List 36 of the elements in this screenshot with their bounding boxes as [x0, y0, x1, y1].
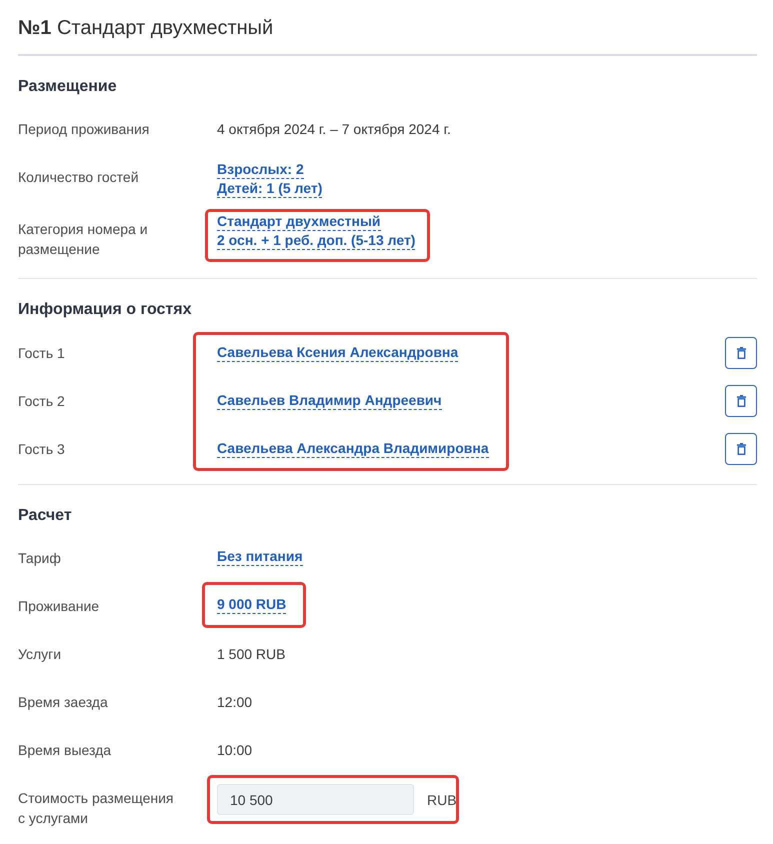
- value-link[interactable]: 9 000 RUB: [217, 596, 286, 614]
- value-link[interactable]: 2 осн. + 1 реб. доп. (5-13 лет): [217, 232, 416, 250]
- value-link[interactable]: Детей: 1 (5 лет): [217, 180, 322, 198]
- trash-icon: [736, 395, 746, 407]
- row-label: Период проживания: [18, 120, 150, 139]
- row-label: Услуги: [18, 645, 62, 664]
- value-text: 10:00: [217, 741, 252, 760]
- trash-icon: [736, 443, 746, 455]
- guest-name-link[interactable]: Савельев Владимир Андреевич: [217, 392, 442, 410]
- guest-name-link[interactable]: Савельева Александра Владимировна: [217, 440, 489, 458]
- currency-unit: RUB: [427, 790, 457, 810]
- value-link[interactable]: Взрослых: 2: [217, 161, 304, 179]
- section-heading: Размещение: [18, 77, 118, 97]
- delete-button[interactable]: [725, 337, 757, 369]
- row-label: Стоимость размещения с услугами: [18, 789, 174, 828]
- trash-icon: [736, 347, 746, 359]
- row-label: Категория номера и размещение: [18, 220, 148, 259]
- value-text: 4 октября 2024 г. – 7 октября 2024 г.: [217, 120, 451, 139]
- value-link[interactable]: Стандарт двухместный: [217, 213, 381, 231]
- guest-label: Гость 2: [18, 392, 65, 411]
- row-label: Время выезда: [18, 741, 112, 760]
- page-title: №1 Стандарт двухместный: [18, 16, 274, 41]
- value-link[interactable]: Без питания: [217, 548, 303, 566]
- delete-button[interactable]: [725, 433, 757, 465]
- delete-button[interactable]: [725, 385, 757, 417]
- guest-label: Гость 1: [18, 344, 65, 363]
- row-label: Проживание: [18, 597, 100, 616]
- section-heading: Расчет: [18, 506, 73, 526]
- row-label: Время заезда: [18, 693, 108, 712]
- section-heading: Информация о гостях: [18, 300, 192, 320]
- guest-name-link[interactable]: Савельева Ксения Александровна: [217, 344, 458, 362]
- row-label: Количество гостей: [18, 168, 139, 187]
- guest-label: Гость 3: [18, 440, 65, 459]
- row-label: Тариф: [18, 549, 61, 568]
- value-text: 1 500 RUB: [217, 645, 286, 664]
- value-text: 12:00: [217, 693, 252, 712]
